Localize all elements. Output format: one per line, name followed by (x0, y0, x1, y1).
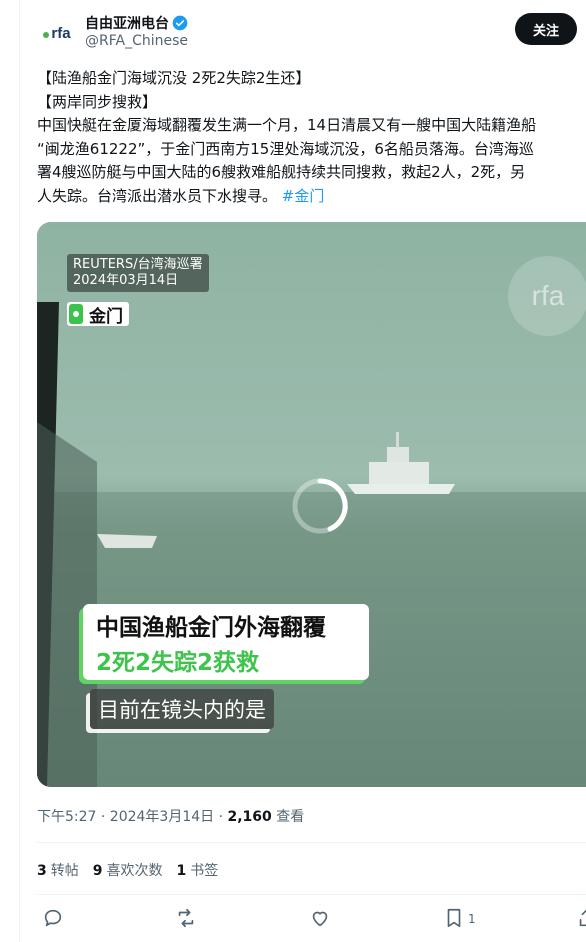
location-pin-icon (69, 304, 83, 324)
follow-button[interactable]: 关注 (515, 13, 577, 45)
display-name-text[interactable]: 自由亚洲电台 (85, 13, 169, 33)
video-caption: 目前在镜头内的是 (90, 689, 274, 729)
user-handle[interactable]: @RFA_Chinese (85, 33, 188, 49)
credit-source: REUTERS/台湾海巡署 (73, 257, 203, 272)
tweet-line: 【两岸同步搜救】 (37, 92, 158, 111)
reply-icon (44, 909, 62, 927)
tweet-line-last: 人失踪。台湾派出潜水员下水搜寻。 #金门 (37, 185, 586, 209)
tweet-line: 【陆渔船金门海域沉没 2死2失踪2生还】 (37, 69, 311, 87)
likes-count: 9 (92, 863, 103, 879)
retweet-stat[interactable]: 3 转帖 (37, 860, 79, 880)
bookmark-action-count: 1 (468, 912, 476, 926)
tweet-line: 署4艘巡防艇与中国大陆的6艘救难船舰持续共同搜救，救起2人，2死，另 (37, 163, 526, 181)
bookmark-icon (447, 908, 461, 928)
bookmark-button[interactable] (443, 907, 465, 929)
video-subheadline: 2死2失踪2获救 (96, 650, 260, 676)
coast-guard-ship (347, 484, 455, 494)
credit-date: 2024年03月14日 (73, 273, 179, 288)
tweet-line-text: 人失踪。台湾派出潜水员下水搜寻。 (37, 186, 278, 205)
divider (37, 894, 586, 895)
engagement-stats: 3 转帖 9 喜欢次数 1 书签 (37, 860, 218, 880)
likes-stat[interactable]: 9 喜欢次数 (93, 860, 163, 880)
tweet-line: 中国快艇在金厦海域翻覆发生满一个月，14日清晨又有一艘中国大陆籍渔船 (37, 116, 537, 134)
location-name: 金门 (89, 306, 123, 327)
bookmarks-label: 书签 (190, 863, 219, 879)
logo-dot-icon (43, 32, 50, 38)
column-border (19, 0, 20, 942)
share-button[interactable] (576, 907, 586, 929)
location-tag: 金门 (67, 302, 129, 327)
tweet-line: “闽龙渔61222”，于金门西南方15浬处海域沉没，6名船员落海。台湾海巡 (37, 139, 534, 158)
tweet-timestamp[interactable]: 下午5:27 · 2024年3月14日 · (37, 809, 228, 825)
video-headline: 中国渔船金门外海翻覆 (96, 615, 326, 641)
like-button[interactable] (309, 907, 331, 929)
retweet-count: 3 (37, 863, 47, 879)
hashtag-link[interactable]: #金门 (282, 187, 325, 205)
retweet-label: 转帖 (50, 863, 79, 879)
view-label: 查看 (271, 809, 305, 825)
avatar[interactable]: rfa (37, 13, 77, 53)
view-count: 2,160 (227, 809, 272, 825)
loading-spinner-icon (292, 478, 348, 534)
bookmarks-stat[interactable]: 1 书签 (177, 860, 219, 880)
rfa-watermark: rfa (508, 256, 586, 336)
retweet-button[interactable] (175, 907, 197, 929)
display-name[interactable]: 自由亚洲电台 (85, 13, 188, 33)
verified-badge-icon (172, 15, 188, 31)
likes-label: 喜欢次数 (106, 863, 163, 879)
reply-button[interactable] (42, 907, 64, 929)
tweet-text: 【陆渔船金门海域沉没 2死2失踪2生还】 【两岸同步搜救】 中国快艇在金厦海域翻… (37, 67, 586, 208)
retweet-icon (178, 908, 194, 928)
video-credit: REUTERS/台湾海巡署 2024年03月14日 (67, 254, 209, 292)
avatar-logo-text: rfa (51, 24, 71, 42)
share-icon (579, 909, 586, 927)
heart-icon (312, 911, 328, 927)
bookmarks-count: 1 (176, 863, 187, 879)
divider (37, 842, 586, 843)
tweet-meta: 下午5:27 · 2024年3月14日 · 2,160 查看 (37, 806, 304, 826)
